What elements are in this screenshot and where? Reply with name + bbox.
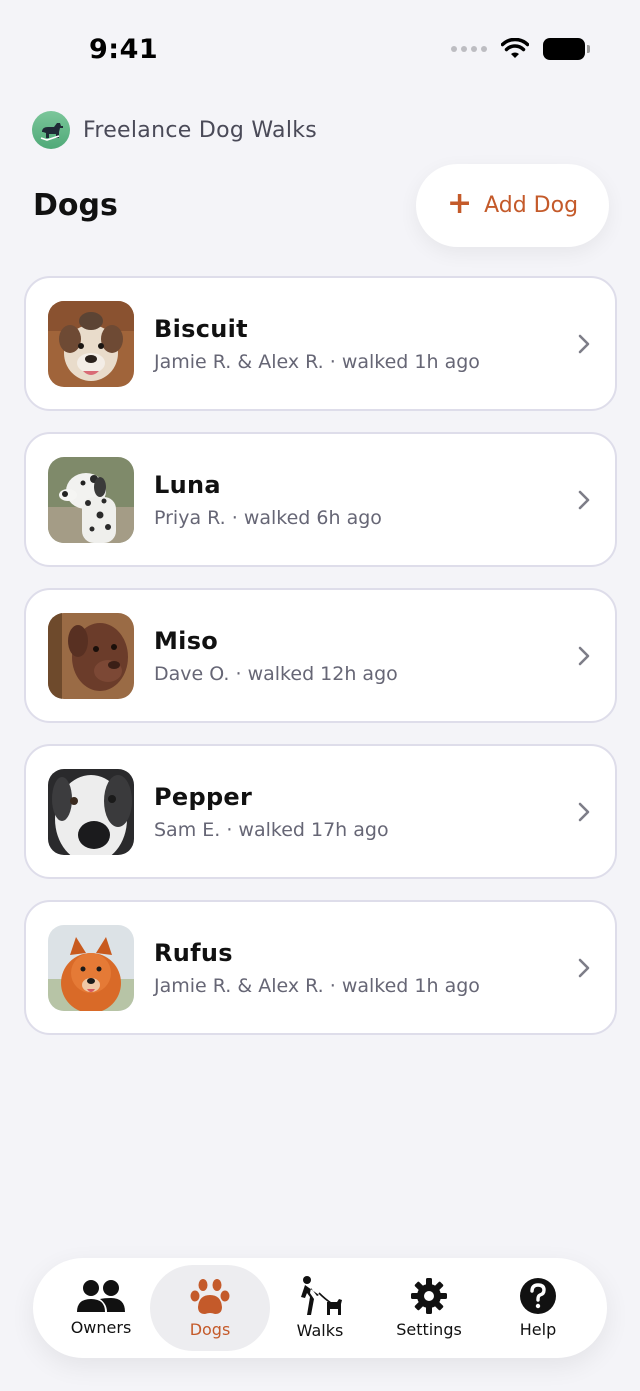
tab-owners[interactable]: Owners — [41, 1265, 161, 1351]
chevron-right-icon — [578, 490, 590, 510]
tab-dogs[interactable]: Dogs — [150, 1265, 270, 1351]
add-dog-button[interactable]: + Add Dog — [416, 164, 609, 247]
tab-help[interactable]: Help — [478, 1265, 598, 1351]
help-icon — [520, 1278, 556, 1314]
dog-name: Luna — [154, 470, 221, 499]
dog-photo-rufus — [48, 924, 134, 1011]
dog-subtitle: Jamie R. & Alex R. · walked 1h ago — [154, 974, 480, 997]
app-brand: Freelance Dog Walks — [32, 111, 317, 149]
dog-row-biscuit[interactable]: Biscuit Jamie R. & Alex R. · walked 1h a… — [24, 276, 617, 411]
dog-subtitle: Dave O. · walked 12h ago — [154, 662, 398, 685]
dog-photo-pepper — [48, 768, 134, 855]
tab-label: Owners — [70, 1318, 132, 1337]
wifi-icon — [501, 38, 529, 58]
tab-label: Dogs — [189, 1320, 231, 1339]
app-screen: 9:41 Freelance Dog Walks Dogs + Add Dog — [0, 0, 640, 1391]
chevron-right-icon — [578, 802, 590, 822]
dog-row-pepper[interactable]: Pepper Sam E. · walked 17h ago — [24, 744, 617, 879]
tab-label: Settings — [396, 1320, 462, 1339]
paw-icon — [190, 1279, 230, 1314]
add-dog-label: Add Dog — [484, 193, 579, 218]
status-time: 9:41 — [89, 34, 159, 65]
dog-subtitle: Jamie R. & Alex R. · walked 1h ago — [154, 350, 480, 373]
battery-icon — [543, 38, 590, 60]
dog-row-miso[interactable]: Miso Dave O. · walked 12h ago — [24, 588, 617, 723]
dog-name: Pepper — [154, 782, 253, 811]
dog-photo-miso — [48, 612, 134, 699]
tab-walks[interactable]: Walks — [260, 1265, 380, 1351]
tab-label: Walks — [296, 1321, 344, 1340]
gear-icon — [411, 1278, 447, 1314]
dog-photo-biscuit — [48, 300, 134, 387]
page-title: Dogs — [33, 188, 118, 223]
tab-label: Help — [519, 1320, 557, 1339]
chevron-right-icon — [578, 646, 590, 666]
chevron-right-icon — [578, 958, 590, 978]
brand-name: Freelance Dog Walks — [83, 117, 318, 143]
dog-row-rufus[interactable]: Rufus Jamie R. & Alex R. · walked 1h ago — [24, 900, 617, 1035]
chevron-right-icon — [578, 334, 590, 354]
dog-name: Biscuit — [154, 314, 248, 343]
tab-bar: Owners Dogs Walks Settings Help — [33, 1258, 607, 1358]
tab-settings[interactable]: Settings — [369, 1265, 489, 1351]
dog-subtitle: Priya R. · walked 6h ago — [154, 506, 382, 529]
people-icon — [77, 1280, 125, 1312]
dog-subtitle: Sam E. · walked 17h ago — [154, 818, 389, 841]
dog-list: Biscuit Jamie R. & Alex R. · walked 1h a… — [24, 276, 617, 1056]
dog-logo-icon — [32, 111, 70, 149]
walker-icon — [301, 1276, 342, 1315]
dog-row-luna[interactable]: Luna Priya R. · walked 6h ago — [24, 432, 617, 567]
status-icons — [451, 38, 590, 60]
dog-photo-luna — [48, 456, 134, 543]
cellular-signal-icon — [451, 46, 487, 52]
dog-name: Miso — [154, 626, 219, 655]
dog-name: Rufus — [154, 938, 233, 967]
plus-icon: + — [446, 186, 473, 221]
